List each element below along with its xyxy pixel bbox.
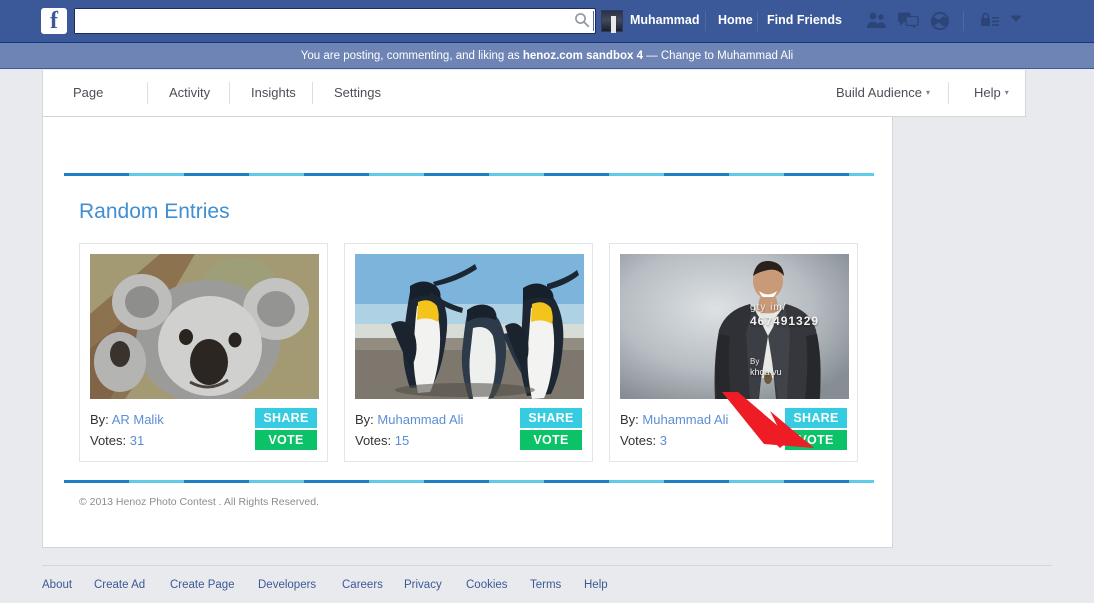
entry-votes: 15 [394,433,410,448]
nav-divider-1 [593,11,594,31]
search-icon[interactable] [571,11,593,31]
tab-divider-1 [147,82,148,104]
tab-settings[interactable]: Settings [316,70,399,116]
account-caret-icon[interactable] [1007,11,1029,31]
votes-label: Votes: [620,433,657,448]
tab-divider-2 [229,82,230,104]
tab-activity[interactable]: Activity [151,70,228,116]
search-input[interactable] [75,9,567,33]
entry-votes: 31 [129,433,145,448]
help-menu[interactable]: Help ▾ [956,70,1027,116]
change-identity-link[interactable]: Change to Muhammad Ali [661,50,793,62]
facebook-top-bar: f Muhammad Home Find Friends [0,0,1094,43]
avatar[interactable] [601,10,623,33]
entry-votes-line: Votes: 3 [620,430,728,451]
entry-card[interactable]: gty im/ 467491329 By khoa vu By: Muhamma… [609,243,858,462]
help-label: Help [974,85,1001,100]
tab-divider-3 [312,82,313,104]
tab-page[interactable]: Page [55,70,121,116]
footer-link-help[interactable]: Help [584,579,608,591]
share-button[interactable]: SHARE [520,408,582,428]
nav-divider-3 [757,11,758,31]
entry-votes-line: Votes: 15 [355,430,463,451]
posting-as-banner: You are posting, commenting, and liking … [0,43,1094,69]
chevron-down-icon: ▾ [1004,88,1009,97]
build-audience-menu[interactable]: Build Audience ▾ [818,70,948,116]
nav-divider-4 [963,11,964,31]
watermark-author: khoa vu [750,367,782,377]
footer-link-developers[interactable]: Developers [258,579,316,591]
footer-link-terms[interactable]: Terms [530,579,561,591]
entry-meta: By: Muhammad Ali Votes: 15 [355,409,463,451]
penguins-photo[interactable] [355,254,584,399]
by-label: By: [355,412,374,427]
watermark-line-2: 467491329 [750,314,820,328]
friend-requests-icon[interactable] [866,11,888,31]
facebook-footer: About Create Ad Create Page Developers C… [42,565,1052,603]
entry-author[interactable]: Muhammad Ali [377,412,463,427]
page-tab-bar: Page Activity Insights Settings Build Au… [42,70,1026,117]
posting-as-separator: — [642,50,661,62]
by-label: By: [620,412,639,427]
nav-home-link[interactable]: Home [718,13,753,27]
divider-top [64,173,874,176]
entry-meta: By: AR Malik Votes: 31 [90,409,164,451]
footer-link-create-page[interactable]: Create Page [170,579,235,591]
notifications-globe-icon[interactable] [929,11,951,31]
vote-button[interactable]: VOTE [255,430,317,450]
watermark-by-label: By [750,357,760,366]
share-button[interactable]: SHARE [255,408,317,428]
by-label: By: [90,412,109,427]
entry-author[interactable]: Muhammad Ali [642,412,728,427]
entry-card[interactable]: By: AR Malik Votes: 31 SHARE VOTE [79,243,328,462]
entry-meta: By: Muhammad Ali Votes: 3 [620,409,728,451]
footer-link-about[interactable]: About [42,579,72,591]
posting-as-prefix: You are posting, commenting, and liking … [300,50,523,62]
entry-card[interactable]: By: Muhammad Ali Votes: 15 SHARE VOTE [344,243,593,462]
entry-votes-line: Votes: 31 [90,430,164,451]
build-audience-label: Build Audience [836,85,923,100]
nav-profile-link[interactable]: Muhammad [630,13,699,27]
entry-author-line: By: Muhammad Ali [620,409,728,430]
app-content-panel: Random Entries By: AR Malik Votes: 31 SH… [42,117,893,548]
page-title: Random Entries [79,200,230,223]
entry-author-line: By: AR Malik [90,409,164,430]
share-button[interactable]: SHARE [785,408,847,428]
watermark-line-1: gty im/ [750,302,787,313]
divider-bottom [64,480,874,483]
privacy-lock-icon[interactable] [979,11,1001,31]
nav-divider-2 [705,11,706,31]
chevron-down-icon: ▾ [926,88,931,97]
koala-photo[interactable] [90,254,319,399]
votes-label: Votes: [355,433,392,448]
footer-link-cookies[interactable]: Cookies [466,579,508,591]
tab-divider-4 [948,82,949,104]
vote-button[interactable]: VOTE [785,430,847,450]
copyright-text: © 2013 Henoz Photo Contest . All Rights … [79,496,320,508]
posting-as-identity: henoz.com sandbox 4 [522,50,643,62]
vote-button[interactable]: VOTE [520,430,582,450]
search-box[interactable] [74,8,596,34]
footer-link-privacy[interactable]: Privacy [404,579,442,591]
footer-link-careers[interactable]: Careers [342,579,383,591]
nav-find-friends-link[interactable]: Find Friends [767,13,842,27]
facebook-logo-icon[interactable]: f [41,8,67,34]
entry-author-line: By: Muhammad Ali [355,409,463,430]
messages-icon[interactable] [897,11,919,31]
tab-insights[interactable]: Insights [233,70,314,116]
footer-link-create-ad[interactable]: Create Ad [94,579,145,591]
entry-author[interactable]: AR Malik [112,412,164,427]
votes-label: Votes: [90,433,127,448]
man-in-suit-photo[interactable]: gty im/ 467491329 By khoa vu [620,254,849,399]
entry-votes: 3 [659,433,667,448]
